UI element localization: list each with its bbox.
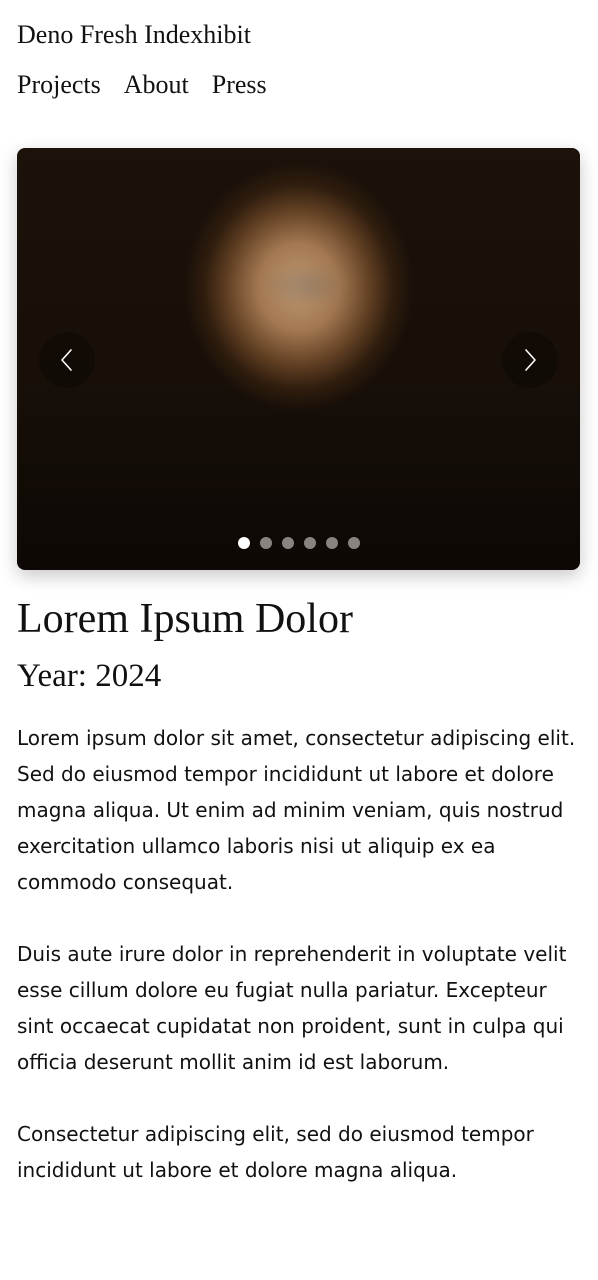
description-paragraph: Duis aute irure dolor in reprehenderit i… — [17, 942, 567, 1074]
main-nav: Projects About Press — [17, 68, 290, 102]
next-slide-button[interactable] — [502, 332, 558, 388]
site-title[interactable]: Deno Fresh Indexhibit — [17, 18, 251, 52]
project-description: Lorem ipsum dolor sit amet, consectetur … — [17, 720, 577, 1224]
nav-link-press[interactable]: Press — [212, 68, 267, 102]
image-slider[interactable] — [17, 148, 580, 570]
project-year: Year: 2024 — [17, 658, 162, 694]
nav-link-about[interactable]: About — [124, 68, 189, 102]
slide-pagination — [17, 537, 580, 549]
slide-dot-4[interactable] — [303, 537, 316, 549]
slide-dot-6[interactable] — [347, 537, 360, 549]
slide-dot-1[interactable] — [237, 537, 250, 549]
slide-dot-3[interactable] — [281, 537, 294, 549]
slide-dot-5[interactable] — [325, 537, 338, 549]
slide-image-detail — [265, 266, 345, 306]
nav-link-projects[interactable]: Projects — [17, 68, 101, 102]
chevron-left-icon — [61, 349, 72, 371]
chevron-right-icon — [525, 349, 536, 371]
description-paragraph: Consectetur adipiscing elit, sed do eius… — [17, 1122, 534, 1182]
slide-dot-2[interactable] — [259, 537, 272, 549]
description-paragraph: Lorem ipsum dolor sit amet, consectetur … — [17, 726, 576, 894]
previous-slide-button[interactable] — [39, 332, 95, 388]
project-title: Lorem Ipsum Dolor — [17, 596, 353, 642]
